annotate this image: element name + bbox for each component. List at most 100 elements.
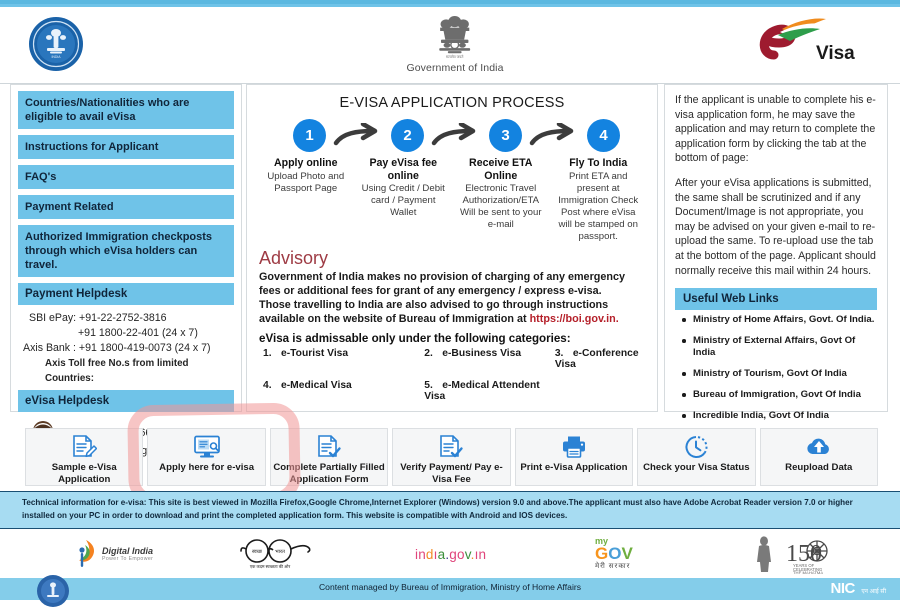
evisa-logo-text: Visa	[816, 43, 855, 64]
step-desc-4: Print ETA and present at Immigration Che…	[558, 170, 639, 242]
digital-india-text: Digital India	[102, 546, 154, 556]
mygov-gov-text: GOV	[595, 544, 633, 563]
nic-logo-text: NIC	[830, 580, 856, 597]
visa-category-3-number: 3.	[554, 347, 564, 359]
visa-category-1: 1. e-Tourist Visa	[263, 348, 424, 370]
visa-category-1-number: 1.	[263, 347, 272, 359]
right-info-panel: If the applicant is unable to complete h…	[664, 84, 888, 421]
verify-payment-button[interactable]: Verify Payment/ Pay e-Visa Fee	[392, 428, 511, 486]
useful-web-links-list: Ministry of Home Affairs, Govt. Of India…	[675, 314, 877, 422]
step-label-1: Apply online Upload Photo and Passport P…	[257, 157, 355, 243]
web-link-external-affairs[interactable]: Ministry of External Affairs, Govt Of In…	[682, 335, 877, 359]
sample-evisa-application-button[interactable]: Sample e-Visa Application	[25, 428, 144, 486]
svg-text:सत्यमेव जयते: सत्यमेव जयते	[446, 54, 464, 59]
left-sidebar-panel: Countries/Nationalities who are eligible…	[10, 84, 242, 464]
boi-gov-in-link[interactable]: https://boi.gov.in.	[530, 313, 619, 325]
evisa-logo: Visa	[759, 18, 855, 64]
step-circle-3: 3	[489, 119, 522, 152]
sidebar-item-eligible-countries[interactable]: Countries/Nationalities who are eligible…	[18, 91, 234, 129]
web-link-tourism[interactable]: Ministry of Tourism, Govt Of India	[682, 368, 877, 380]
step-title-3: Receive ETA Online	[469, 157, 533, 182]
visa-category-4: 4. e-Medical Visa	[263, 380, 424, 402]
step-label-2: Pay eVisa fee online Using Credit / Debi…	[355, 157, 453, 243]
digital-india-tagline: Power To Empower	[102, 556, 154, 562]
step-desc-3: Electronic Travel Authorization/ETA Will…	[459, 183, 542, 230]
sidebar-item-immigration-checkposts[interactable]: Authorized Immigration checkposts throug…	[18, 225, 234, 277]
document-check-icon	[440, 435, 464, 458]
print-evisa-application-label: Print e-Visa Application	[520, 462, 628, 473]
advisory-heading: Advisory	[259, 247, 329, 268]
web-link-bureau-immigration[interactable]: Bureau of Immigration, Govt Of India	[682, 389, 877, 401]
process-title: E-VISA APPLICATION PROCESS	[339, 95, 565, 111]
visa-category-2: 2. e-Business Visa	[424, 348, 555, 370]
mygov-logo[interactable]: my GOV मेरी सरकार	[595, 530, 633, 578]
visa-category-3: 3. e-Conference Visa	[555, 348, 647, 370]
web-link-home-affairs[interactable]: Ministry of Home Affairs, Govt. Of India…	[682, 314, 877, 326]
apply-here-for-evisa-button[interactable]: Apply here for e-visa	[147, 428, 266, 486]
step-arrow-3-icon	[529, 123, 574, 146]
mygov-hindi-text: मेरी सरकार	[595, 563, 631, 570]
verify-payment-label: Verify Payment/ Pay e-Visa Fee	[400, 462, 503, 485]
step-label-3: Receive ETA Online Electronic Travel Aut…	[452, 157, 550, 243]
india-state-emblem: सत्यमेव जयते	[439, 16, 471, 59]
sidebar-item-faqs[interactable]: FAQ's	[18, 165, 234, 189]
step-circle-1: 1	[293, 119, 326, 152]
axis-bank-phone: Axis Bank : +91 1800-419-0073 (24 x 7)	[23, 342, 211, 354]
technical-info-line-2: installed on your PC in order to downloa…	[22, 510, 568, 520]
visa-category-1-label: e-Tourist Visa	[281, 347, 349, 359]
sbi-epay-phone: SBI ePay: +91-22-2752-3816	[29, 312, 167, 324]
document-check-icon	[318, 435, 341, 458]
page-header: INDIA सत्यमेव जयते Government of India V…	[0, 7, 900, 84]
150-years-gandhi-logo[interactable]: 150 YEARS OF CELEBRATING THE MAHATMA	[755, 530, 831, 578]
step-circle-2: 2	[391, 119, 424, 152]
step-title-2: Pay eVisa fee online	[369, 157, 438, 182]
info-paragraph-2: After your eVisa applications is submitt…	[675, 176, 876, 277]
footer-bar: Content managed by Bureau of Immigration…	[0, 575, 900, 607]
government-of-india-label: Government of India	[406, 62, 504, 74]
printer-icon	[562, 436, 585, 458]
visa-categories: 1. e-Tourist Visa 2. e-Business Visa 3. e-C…	[263, 348, 647, 402]
step-label-4: Fly To India Print ETA and present at Im…	[550, 157, 648, 243]
cloud-upload-icon	[807, 438, 829, 454]
sbi-epay-tollfree: +91 1800-22-401 (24 x 7)	[78, 327, 198, 339]
visa-category-5-label: e-Medical Attendent Visa	[424, 379, 540, 402]
advisory-paragraph-2: Those travelling to India are also advis…	[259, 298, 647, 326]
step-desc-1: Upload Photo and Passport Page	[267, 170, 345, 194]
reupload-data-label: Reupload Data	[785, 462, 853, 473]
nic-logo[interactable]: NIC एन आई सी	[831, 580, 886, 598]
monitor-form-icon	[193, 435, 220, 458]
print-evisa-application-button[interactable]: Print e-Visa Application	[514, 428, 634, 486]
visa-categories-row-1: 1. e-Tourist Visa 2. e-Business Visa 3. e-C…	[263, 348, 647, 370]
svg-text:स्वच्छ: स्वच्छ	[252, 549, 263, 555]
process-advisory-panel: E-VISA APPLICATION PROCESS 1 2 3 4 Apply…	[246, 84, 658, 412]
step-desc-2: Using Credit / Debit card / Payment Wall…	[361, 183, 445, 218]
advisory-categories-title: eVisa is admissable only under the follo…	[259, 331, 571, 345]
sample-evisa-application-label: Sample e-Visa Application	[51, 462, 117, 485]
reupload-data-button[interactable]: Reupload Data	[759, 428, 878, 486]
process-steps-labels: Apply online Upload Photo and Passport P…	[257, 157, 647, 243]
step-title-1: Apply online	[273, 157, 338, 169]
india-gov-in-logo[interactable]: indıa.gov.ın	[415, 530, 486, 578]
advisory-paragraph-1: Government of India makes no provision o…	[259, 270, 625, 297]
sidebar-item-payment-related[interactable]: Payment Related	[18, 195, 234, 219]
visa-category-2-number: 2.	[424, 347, 433, 359]
complete-partially-filled-form-label: Complete Partially Filled Application Fo…	[273, 462, 385, 485]
swachh-bharat-logo[interactable]: स्वच्छ भारत एक कदम स्वच्छता की ओर	[240, 530, 316, 578]
check-visa-status-button[interactable]: Check your Visa Status	[637, 428, 756, 486]
axis-tollfree-note[interactable]: Axis Toll free No.s from limited Countri…	[20, 356, 232, 386]
svg-text:भारत: भारत	[275, 549, 285, 555]
evisa-helpdesk-header: eVisa Helpdesk	[18, 390, 234, 412]
digital-india-logo[interactable]: Digital India Power To Empower	[75, 530, 153, 578]
complete-partially-filled-form-button[interactable]: Complete Partially Filled Application Fo…	[269, 428, 389, 486]
bureau-of-immigration-seal: INDIA	[29, 17, 83, 71]
web-link-incredible-india[interactable]: Incredible India, Govt Of India	[682, 410, 877, 422]
evisa-homepage: INDIA सत्यमेव जयते Government of India V…	[0, 0, 900, 607]
gandhi-150-icon: 150 YEARS OF CELEBRATING THE MAHATMA	[757, 536, 828, 574]
sidebar-item-instructions[interactable]: Instructions for Applicant	[18, 135, 234, 159]
process-steps-row: 1 2 3 4	[257, 119, 647, 152]
content-panels: Countries/Nationalities who are eligible…	[0, 84, 900, 464]
content-managed-text: Content managed by Bureau of Immigration…	[318, 582, 582, 592]
check-visa-status-label: Check your Visa Status	[643, 462, 750, 473]
technical-information-bar: Technical information for e-visa: This s…	[0, 491, 900, 529]
nic-logo-hindi: एन आई सी	[861, 589, 886, 595]
